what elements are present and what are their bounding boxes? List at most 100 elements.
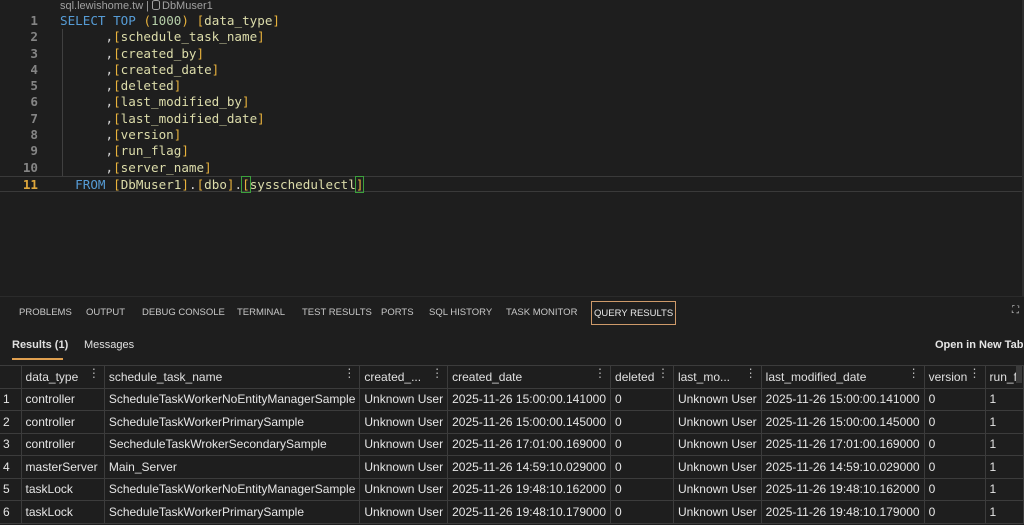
column-menu-icon[interactable]: ⋮: [431, 366, 443, 380]
table-cell[interactable]: Unknown User: [359, 455, 449, 479]
table-cell[interactable]: 2025-11-26 19:48:10.179000: [447, 500, 612, 524]
panel-tab-test-results[interactable]: TEST RESULTS: [302, 301, 372, 325]
column-menu-icon[interactable]: ⋮: [745, 366, 757, 380]
table-cell[interactable]: 1: [985, 388, 1024, 411]
table-row[interactable]: 1 controller ScheduleTaskWorkerNoEntityMan…: [0, 388, 1024, 411]
panel-tab-ports[interactable]: PORTS: [381, 301, 414, 325]
column-header[interactable]: deleted ⋮: [610, 365, 674, 389]
column-menu-icon[interactable]: ⋮: [657, 366, 669, 380]
table-cell[interactable]: Unknown User: [359, 433, 449, 456]
column-header[interactable]: created_... ⋮: [359, 365, 449, 389]
table-cell[interactable]: ScheduleTaskWorkerPrimarySample: [104, 410, 361, 434]
code-line[interactable]: 11 FROM [DbMuser1].[dbo].[sysschedulectl…: [0, 175, 1024, 193]
table-cell[interactable]: 2025-11-26 19:48:10.162000: [447, 478, 612, 501]
table-row[interactable]: 6 taskLock ScheduleTaskWorkerPrimarySample…: [0, 500, 1024, 524]
column-menu-icon[interactable]: ⋮: [594, 366, 606, 380]
table-cell[interactable]: controller: [21, 388, 105, 411]
breadcrumb-host[interactable]: sql.lewishome.tw: [60, 0, 143, 12]
table-cell[interactable]: 2025-11-26 15:00:00.141000: [761, 388, 925, 411]
column-header[interactable]: last_modified_date ⋮: [761, 365, 925, 389]
table-cell[interactable]: controller: [21, 410, 105, 434]
code-line[interactable]: 6 ,[last_modified_by]: [0, 94, 1024, 111]
column-menu-icon[interactable]: ⋮: [908, 366, 920, 380]
panel-tab-sql-history[interactable]: SQL HISTORY: [429, 301, 492, 325]
table-cell[interactable]: 0: [610, 478, 674, 501]
code-area[interactable]: 1 SELECT TOP (1000) [data_type] 2 ,[schedu…: [0, 13, 1024, 193]
table-cell[interactable]: 2025-11-26 15:00:00.141000: [447, 388, 612, 411]
table-cell[interactable]: Unknown User: [359, 478, 449, 501]
table-cell[interactable]: 1: [985, 478, 1024, 501]
table-cell[interactable]: ScheduleTaskWorkerNoEntityManagerSample: [104, 388, 361, 411]
table-cell[interactable]: Unknown User: [673, 455, 762, 479]
grid-scrollbar[interactable]: [1016, 365, 1022, 383]
table-cell[interactable]: ScheduleTaskWorkerNoEntityManagerSample: [104, 478, 361, 501]
panel-tab-output[interactable]: OUTPUT: [86, 301, 125, 325]
tab-results[interactable]: Results (1): [12, 339, 68, 351]
code-line[interactable]: 2 ,[schedule_task_name]: [0, 29, 1024, 46]
column-menu-icon[interactable]: ⋮: [88, 366, 100, 380]
code-line[interactable]: 5 ,[deleted]: [0, 78, 1024, 95]
table-cell[interactable]: 0: [610, 433, 674, 456]
table-cell[interactable]: Unknown User: [673, 433, 762, 456]
column-header[interactable]: last_mo... ⋮: [673, 365, 762, 389]
table-cell[interactable]: taskLock: [21, 500, 105, 524]
table-cell[interactable]: Unknown User: [673, 410, 762, 434]
panel-tab-problems[interactable]: PROBLEMS: [19, 301, 72, 325]
table-cell[interactable]: 0: [924, 433, 986, 456]
panel-tab-query-results[interactable]: QUERY RESULTS: [591, 301, 677, 325]
table-cell[interactable]: 1: [985, 410, 1024, 434]
table-cell[interactable]: 0: [924, 478, 986, 501]
table-cell[interactable]: 2025-11-26 17:01:00.169000: [761, 433, 925, 456]
results-grid[interactable]: data_type ⋮ schedule_task_name ⋮ created_...…: [0, 365, 1024, 525]
open-in-new-tab-button[interactable]: Open in New Tab: [935, 339, 1023, 351]
table-cell[interactable]: 1: [985, 500, 1024, 524]
tab-messages[interactable]: Messages: [84, 339, 134, 351]
table-cell[interactable]: 0: [610, 500, 674, 524]
table-row[interactable]: 5 taskLock ScheduleTaskWorkerNoEntityManag…: [0, 478, 1024, 501]
panel-tab-terminal[interactable]: TERMINAL: [237, 301, 285, 325]
table-cell[interactable]: 0: [610, 455, 674, 479]
table-cell[interactable]: 2025-11-26 14:59:10.029000: [761, 455, 925, 479]
table-cell[interactable]: 1: [985, 433, 1024, 456]
table-cell[interactable]: Unknown User: [673, 388, 762, 411]
code-line[interactable]: 3 ,[created_by]: [0, 45, 1024, 62]
column-header[interactable]: version ⋮: [924, 365, 986, 389]
column-header[interactable]: schedule_task_name ⋮: [104, 365, 361, 389]
table-cell[interactable]: 2025-11-26 17:01:00.169000: [447, 433, 612, 456]
code-line[interactable]: 4 ,[created_date]: [0, 61, 1024, 79]
table-cell[interactable]: 2025-11-26 14:59:10.029000: [447, 455, 612, 479]
table-cell[interactable]: 2025-11-26 19:48:10.179000: [761, 500, 925, 524]
table-row[interactable]: 4 masterServer Main_Server Unknown User 2025…: [0, 455, 1024, 479]
table-cell[interactable]: 0: [924, 455, 986, 479]
column-menu-icon[interactable]: ⋮: [969, 366, 981, 380]
table-cell[interactable]: taskLock: [21, 478, 105, 501]
table-cell[interactable]: 2025-11-26 15:00:00.145000: [447, 410, 612, 434]
sql-editor[interactable]: sql.lewishome.tw | DbMuser1 1 SELECT TOP (1…: [0, 0, 1024, 296]
table-cell[interactable]: Unknown User: [673, 500, 762, 524]
panel-tab-debug-console[interactable]: DEBUG CONSOLE: [142, 301, 225, 325]
table-cell[interactable]: Main_Server: [104, 455, 361, 479]
code-line[interactable]: 9 ,[run_flag]: [0, 143, 1024, 160]
table-cell[interactable]: masterServer: [21, 455, 105, 479]
code-line[interactable]: 10 ,[server_name]: [0, 159, 1024, 176]
table-cell[interactable]: 2025-11-26 19:48:10.162000: [761, 478, 925, 501]
table-cell[interactable]: Unknown User: [359, 410, 449, 434]
table-cell[interactable]: 2025-11-26 15:00:00.145000: [761, 410, 925, 434]
breadcrumb-database[interactable]: DbMuser1: [162, 0, 213, 12]
table-cell[interactable]: Unknown User: [673, 478, 762, 501]
table-cell[interactable]: controller: [21, 433, 105, 456]
table-cell[interactable]: Unknown User: [359, 500, 449, 524]
table-cell[interactable]: ScheduleTaskWorkerPrimarySample: [104, 500, 361, 524]
table-cell[interactable]: 0: [610, 388, 674, 411]
table-cell[interactable]: 0: [924, 410, 986, 434]
code-line[interactable]: 1 SELECT TOP (1000) [data_type]: [0, 13, 1024, 29]
table-cell[interactable]: 1: [985, 455, 1024, 479]
column-header[interactable]: created_date ⋮: [447, 365, 612, 389]
table-cell[interactable]: SecheduleTaskWrokerSecondarySample: [104, 433, 361, 456]
table-row[interactable]: 2 controller ScheduleTaskWorkerPrimarySamp…: [0, 410, 1024, 434]
maximize-panel-icon[interactable]: ⛶: [1012, 306, 1020, 316]
panel-tab-task-monitor[interactable]: TASK MONITOR: [506, 301, 577, 325]
table-cell[interactable]: 0: [924, 388, 986, 411]
table-cell[interactable]: 0: [610, 410, 674, 434]
code-line[interactable]: 8 ,[version]: [0, 127, 1024, 144]
